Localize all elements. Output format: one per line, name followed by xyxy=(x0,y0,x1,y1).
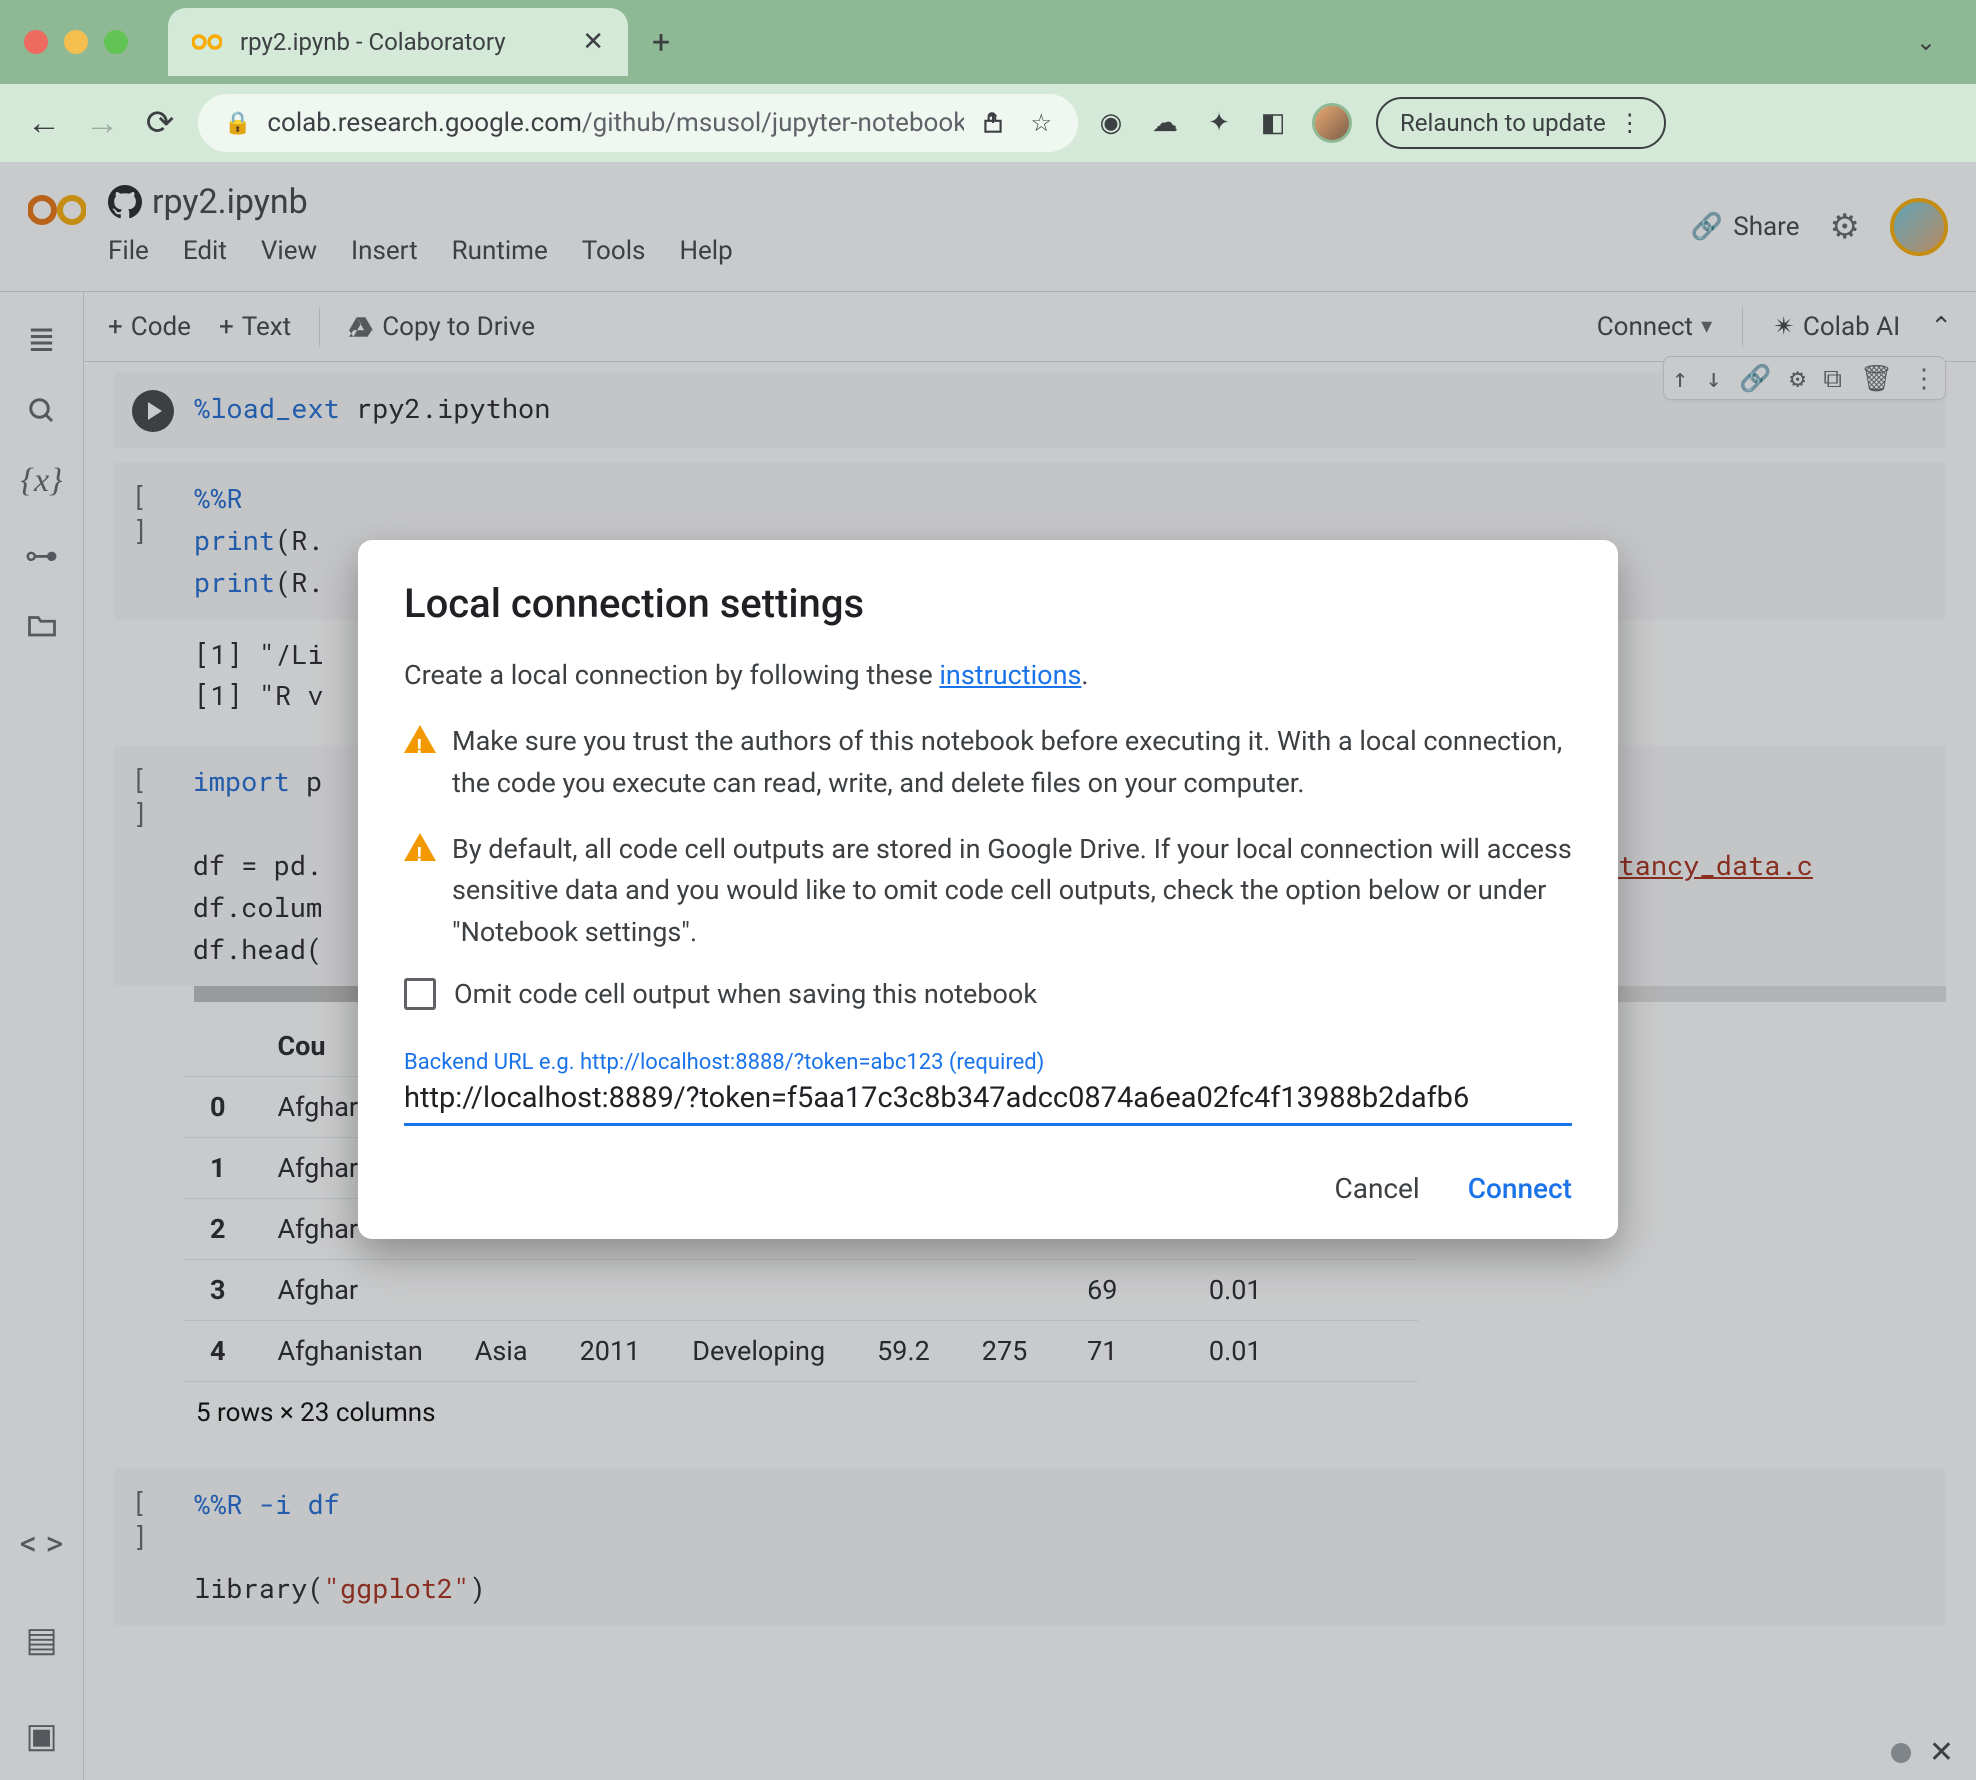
dialog-title: Local connection settings xyxy=(404,580,1572,627)
profile-avatar[interactable] xyxy=(1312,103,1352,143)
omnibox[interactable]: 🔒 colab.research.google.com/github/msuso… xyxy=(198,94,1078,152)
window-minimize-button[interactable] xyxy=(64,30,88,54)
dialog-intro-text: . xyxy=(1081,659,1088,691)
new-tab-button[interactable]: + xyxy=(652,23,670,61)
url-path: /github/msusol/jupyter-notebook-on-… xyxy=(582,108,965,138)
extension-icon[interactable]: ☁ xyxy=(1150,108,1180,138)
tabs-overflow-icon[interactable]: ⌄ xyxy=(1916,28,1936,56)
connect-button[interactable]: Connect xyxy=(1468,1172,1572,1205)
dialog-intro-text: Create a local connection by following t… xyxy=(404,659,939,691)
omit-label: Omit code cell output when saving this n… xyxy=(454,978,1037,1010)
forward-button[interactable]: → xyxy=(82,103,122,143)
backend-url-input[interactable] xyxy=(404,1077,1572,1126)
lock-icon: 🔒 xyxy=(224,111,251,136)
window-controls xyxy=(24,30,128,54)
url-host: colab.research.google.com xyxy=(267,108,581,138)
tab-bar: rpy2.ipynb - Colaboratory ✕ + ⌄ xyxy=(0,0,1976,84)
warning-icon xyxy=(404,833,436,861)
relaunch-label: Relaunch to update xyxy=(1400,109,1606,137)
address-bar: ← → ⟳ 🔒 colab.research.google.com/github… xyxy=(0,84,1976,162)
kebab-icon: ⋮ xyxy=(1618,109,1642,137)
back-button[interactable]: ← xyxy=(24,103,64,143)
window-close-button[interactable] xyxy=(24,30,48,54)
url-text: colab.research.google.com/github/msusol/… xyxy=(267,108,964,138)
extensions-puzzle-icon[interactable]: ✦ xyxy=(1204,108,1234,138)
extensions-area: ◉ ☁ ✦ ◧ Relaunch to update ⋮ xyxy=(1096,97,1666,149)
reload-button[interactable]: ⟳ xyxy=(140,103,180,143)
browser-tab[interactable]: rpy2.ipynb - Colaboratory ✕ xyxy=(168,8,628,76)
backend-url-label: Backend URL e.g. http://localhost:8888/?… xyxy=(404,1050,1572,1075)
instructions-link[interactable]: instructions xyxy=(939,659,1081,691)
cancel-button[interactable]: Cancel xyxy=(1334,1172,1419,1205)
window-zoom-button[interactable] xyxy=(104,30,128,54)
warning-text: By default, all code cell outputs are st… xyxy=(452,829,1572,955)
local-connection-dialog: Local connection settings Create a local… xyxy=(358,540,1618,1239)
warning-paragraph: By default, all code cell outputs are st… xyxy=(404,829,1572,955)
tab-title: rpy2.ipynb - Colaboratory xyxy=(240,28,566,56)
sidepanel-icon[interactable]: ◧ xyxy=(1258,108,1288,138)
warning-paragraph: Make sure you trust the authors of this … xyxy=(404,721,1572,805)
warning-icon xyxy=(404,725,436,753)
tab-close-icon[interactable]: ✕ xyxy=(582,27,604,57)
share-url-icon[interactable] xyxy=(980,110,1006,136)
omit-output-option[interactable]: Omit code cell output when saving this n… xyxy=(404,978,1572,1010)
extension-icon[interactable]: ◉ xyxy=(1096,108,1126,138)
bookmark-star-icon[interactable]: ☆ xyxy=(1030,109,1052,137)
warning-text: Make sure you trust the authors of this … xyxy=(452,721,1572,805)
checkbox[interactable] xyxy=(404,978,436,1010)
dialog-intro: Create a local connection by following t… xyxy=(404,655,1572,697)
colab-favicon xyxy=(192,26,224,58)
relaunch-button[interactable]: Relaunch to update ⋮ xyxy=(1376,97,1666,149)
